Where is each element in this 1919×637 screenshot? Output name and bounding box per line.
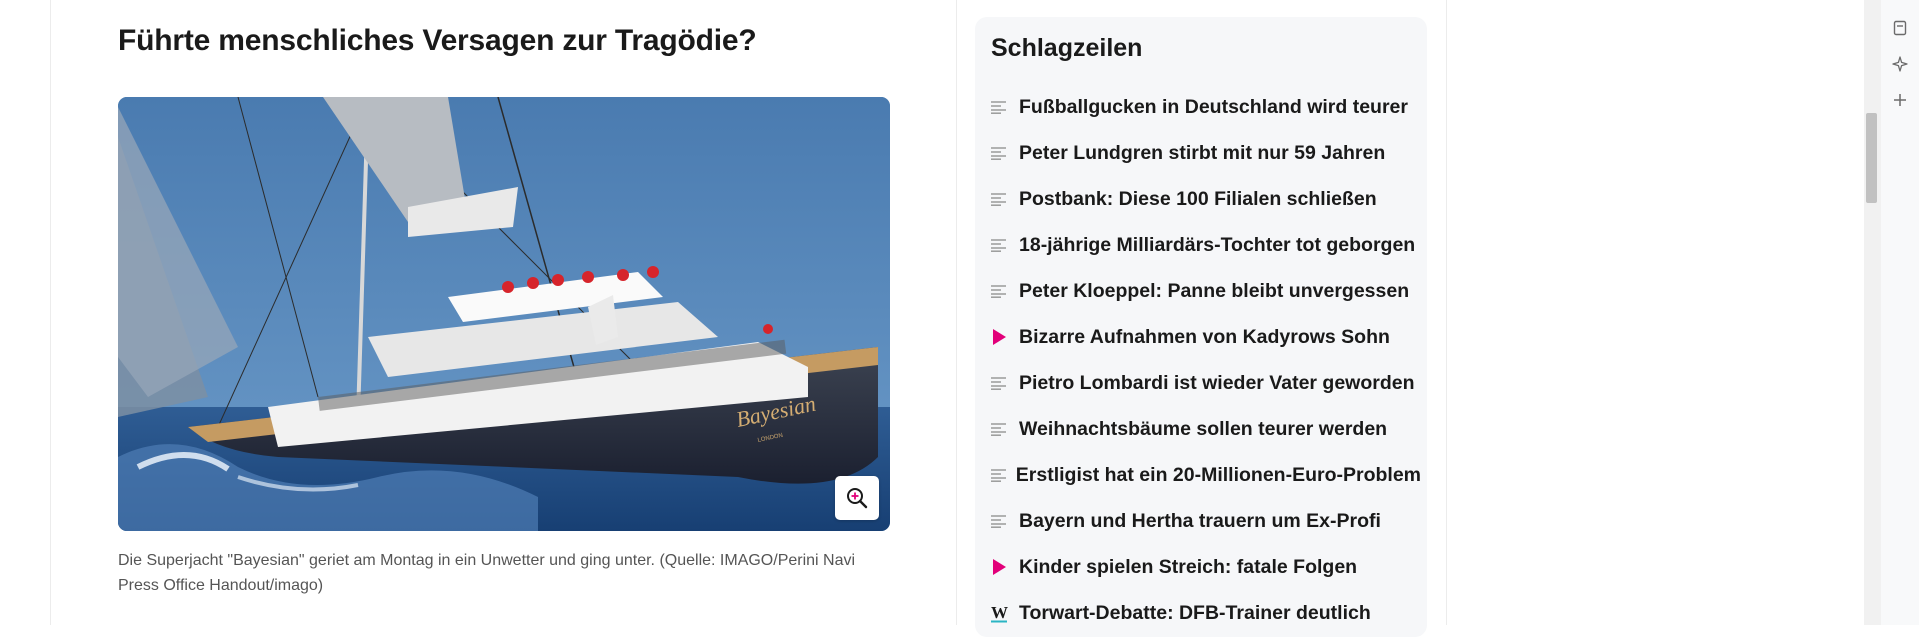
sparkle-pin-icon[interactable]: [1889, 53, 1911, 75]
headline-item[interactable]: Peter Kloeppel: Panne bleibt unvergessen: [991, 268, 1421, 314]
headline-item-label: Bayern und Hertha trauern um Ex-Profi: [1019, 509, 1381, 532]
column-divider: [956, 0, 957, 625]
headlines-box: Schlagzeilen Fußballgucken in Deutschlan…: [975, 17, 1427, 637]
headline-item-label: Bizarre Aufnahmen von Kadyrows Sohn: [1019, 325, 1390, 348]
play-icon: [991, 557, 1019, 577]
svg-text:W: W: [991, 603, 1008, 622]
text-icon: [991, 373, 1019, 393]
headline-item[interactable]: 18-jährige Milliardärs-Tochter tot gebor…: [991, 222, 1421, 268]
play-icon: [991, 327, 1019, 347]
image-caption: Die Superjacht "Bayesian" geriet am Mont…: [118, 552, 856, 594]
headline-list: Fußballgucken in Deutschland wird teurer…: [991, 84, 1421, 636]
headline-item-label: Torwart-Debatte: DFB-Trainer deutlich: [1019, 601, 1371, 624]
headline-item[interactable]: Kinder spielen Streich: fatale Folgen: [991, 544, 1421, 590]
headline-item-label: Peter Lundgren stirbt mit nur 59 Jahren: [1019, 141, 1386, 164]
w-brand-icon: W: [991, 603, 1019, 623]
headline-item-label: Erstligist hat ein 20-Millionen-Euro-Pro…: [1015, 463, 1421, 486]
plus-icon[interactable]: [1889, 89, 1911, 111]
headline-item[interactable]: Postbank: Diese 100 Filialen schließen: [991, 176, 1421, 222]
headline-item[interactable]: Pietro Lombardi ist wieder Vater geworde…: [991, 360, 1421, 406]
headline-item-label: Fußballgucken in Deutschland wird teurer: [1019, 95, 1408, 118]
zoom-in-icon: [847, 488, 868, 509]
headline-item-label: Kinder spielen Streich: fatale Folgen: [1019, 555, 1358, 578]
bookmark-icon[interactable]: [1889, 17, 1911, 39]
headline-item[interactable]: W Torwart-Debatte: DFB-Trainer deutlich: [991, 590, 1421, 636]
text-icon: [991, 465, 1016, 485]
text-icon: [991, 189, 1019, 209]
text-icon: [991, 281, 1019, 301]
headline-item[interactable]: Weihnachtsbäume sollen teurer werden: [991, 406, 1421, 452]
text-icon: [991, 97, 1019, 117]
headline-item[interactable]: Fußballgucken in Deutschland wird teurer: [991, 84, 1421, 130]
zoom-image-button[interactable]: [835, 476, 879, 520]
page: Führte menschliches Versagen zur Tragödi…: [0, 0, 1919, 637]
headline-item-label: Pietro Lombardi ist wieder Vater geworde…: [1019, 371, 1415, 394]
text-icon: [991, 511, 1019, 531]
headline-item[interactable]: Bizarre Aufnahmen von Kadyrows Sohn: [991, 314, 1421, 360]
article-headline: Führte menschliches Versagen zur Tragödi…: [118, 24, 757, 57]
headline-item[interactable]: Peter Lundgren stirbt mit nur 59 Jahren: [991, 130, 1421, 176]
headline-item-label: Postbank: Diese 100 Filialen schließen: [1019, 187, 1377, 210]
headline-item[interactable]: Bayern und Hertha trauern um Ex-Profi: [991, 498, 1421, 544]
text-icon: [991, 143, 1019, 163]
scrollbar-track[interactable]: [1864, 0, 1881, 625]
headlines-title: Schlagzeilen: [991, 34, 1143, 62]
headline-item-label: Peter Kloeppel: Panne bleibt unvergessen: [1019, 279, 1410, 302]
content-right-border: [1446, 0, 1447, 625]
content-left-border: [50, 0, 51, 625]
headline-item-label: Weihnachtsbäume sollen teurer werden: [1019, 417, 1388, 440]
text-icon: [991, 419, 1019, 439]
headline-item-label: 18-jährige Milliardärs-Tochter tot gebor…: [1019, 233, 1416, 256]
yacht-photo: Bayesian LONDON: [118, 97, 890, 531]
scrollbar-thumb[interactable]: [1866, 113, 1877, 203]
article-image[interactable]: Bayesian LONDON: [118, 97, 890, 531]
text-icon: [991, 235, 1019, 255]
headline-item[interactable]: Erstligist hat ein 20-Millionen-Euro-Pro…: [991, 452, 1421, 498]
